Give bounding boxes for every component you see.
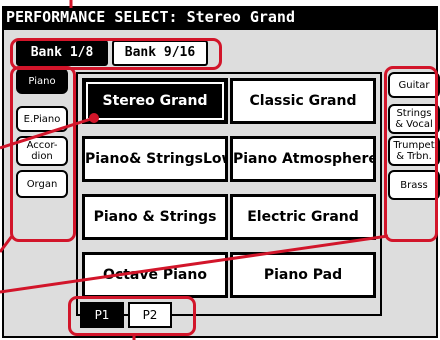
sound-button-stereo-grand[interactable]: Stereo Grand <box>82 78 228 124</box>
sound-button-piano-atmosphere[interactable]: Piano Atmosphere <box>230 136 376 182</box>
sound-button-octave-piano[interactable]: Octave Piano <box>82 252 228 298</box>
page-tabs-highlight <box>68 296 196 336</box>
sound-button-classic-grand[interactable]: Classic Grand <box>230 78 376 124</box>
sound-grid: Stereo Grand Classic Grand Piano& String… <box>76 72 382 316</box>
performance-select-screen: PERFORMANCE SELECT: Stereo Grand Bank 1/… <box>0 0 440 340</box>
sound-button-piano-strings-low[interactable]: Piano& StringsLow <box>82 136 228 182</box>
sound-button-electric-grand[interactable]: Electric Grand <box>230 194 376 240</box>
sound-button-piano-pad[interactable]: Piano Pad <box>230 252 376 298</box>
left-categories-highlight <box>10 66 76 242</box>
right-categories-highlight <box>384 66 438 242</box>
page-title: PERFORMANCE SELECT: Stereo Grand <box>2 6 438 28</box>
sound-button-piano-strings[interactable]: Piano & Strings <box>82 194 228 240</box>
